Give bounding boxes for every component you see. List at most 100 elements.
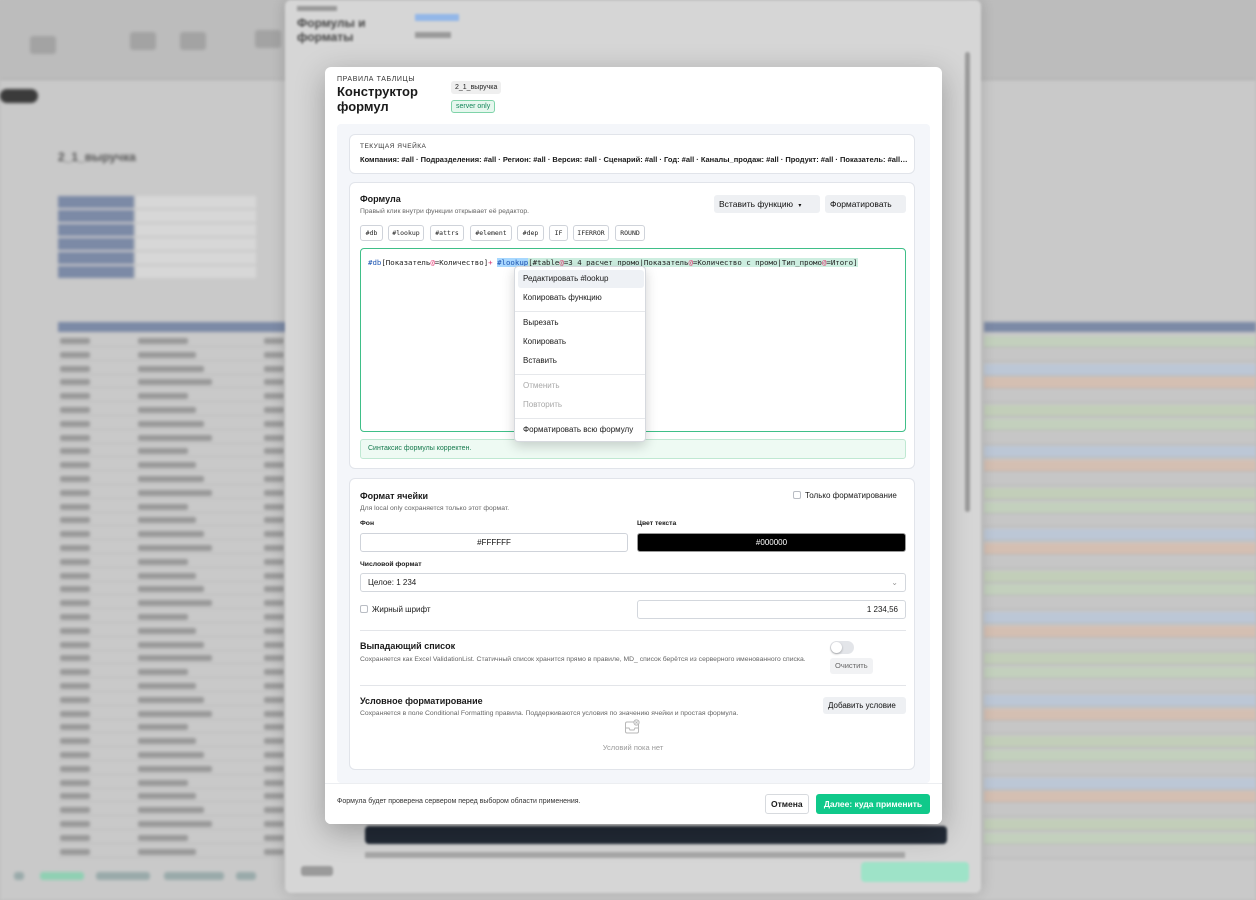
bg-grid-row [58, 488, 288, 499]
bg-grid-row [984, 653, 1256, 666]
bg-grid-row [984, 846, 1256, 859]
chip-if[interactable]: IF [549, 225, 568, 241]
clear-button[interactable]: Очистить [830, 658, 873, 674]
token-text: =Количество] [434, 258, 489, 267]
bg-grid-row [58, 350, 288, 361]
bg-grid-row [984, 515, 1256, 528]
bg-grid-row [984, 736, 1256, 749]
menu-separator [515, 311, 645, 312]
chip-lookup[interactable]: #lookup [388, 225, 424, 241]
token-plus: + [488, 258, 498, 267]
outer-panel-title: Формулы и форматы [297, 16, 366, 44]
chip-element[interactable]: #element [470, 225, 512, 241]
menu-redo[interactable]: Повторить [518, 396, 644, 414]
bg-sheet-title: 2_1_выручка [58, 150, 136, 164]
server-only-badge: server only [451, 100, 496, 113]
bg-grid-row [984, 805, 1256, 818]
bg-grid-row [58, 640, 288, 651]
current-cell-card: ТЕКУЩАЯ ЯЧЕЙКА Компания: #all · Подразде… [349, 134, 915, 174]
next-apply-button[interactable]: Далее: куда применить [816, 794, 930, 814]
menu-undo[interactable]: Отменить [518, 377, 644, 395]
cell-format-card: Формат ячейки Для local only сохраняется… [349, 478, 915, 770]
format-button[interactable]: Форматировать [825, 195, 906, 213]
formula-builder-modal: ПРАВИЛА ТАБЛИЦЫ Конструктор формул 2_1_в… [325, 67, 942, 824]
bg-grid-row [984, 460, 1256, 473]
bg-grid-row [984, 363, 1256, 376]
bg-grid-row [58, 805, 288, 817]
bg-grid-row [58, 529, 288, 541]
formula-hint: Правый клик внутри функции открывает её … [360, 208, 530, 215]
modal-body[interactable]: ТЕКУЩАЯ ЯЧЕЙКА Компания: #all · Подразде… [337, 124, 930, 783]
bg-grid-row [984, 446, 1256, 459]
chip-db[interactable]: #db [360, 225, 383, 241]
bg-grid-row [984, 432, 1256, 445]
context-menu: Редактировать #lookup Копировать функцию… [514, 266, 646, 442]
bg-grid-row [984, 819, 1256, 831]
dropdown-toggle[interactable] [830, 641, 854, 654]
bg-grid-row [984, 667, 1256, 680]
conditional-format-note: Сохраняется в поле Conditional Formattin… [360, 710, 739, 717]
bg-grid-row [58, 336, 288, 347]
bg-grid-row [984, 750, 1256, 762]
bg-grid-row [984, 694, 1256, 707]
add-condition-button[interactable]: Добавить условие [823, 697, 906, 714]
bg-grid-row [984, 391, 1256, 404]
bg-grid-row [984, 349, 1256, 362]
footer-note: Формула будет проверена сервером перед в… [337, 798, 581, 805]
modal-title: Конструктор формул [337, 84, 418, 114]
bg-grid-row [58, 722, 288, 734]
bg-grid-row [58, 433, 288, 444]
bg-grid-row [984, 584, 1256, 597]
bold-checkbox[interactable]: Жирный шрифт [360, 605, 431, 614]
menu-format-all[interactable]: Форматировать всю формулу [518, 421, 644, 439]
bg-grid-row [984, 556, 1256, 569]
cancel-button[interactable]: Отмена [765, 794, 809, 814]
bg-color-input[interactable]: #FFFFFF [360, 533, 628, 552]
bg-grid-row [58, 778, 288, 789]
bg-grid-row [58, 764, 288, 775]
bg-grid-row [984, 625, 1256, 638]
only-formatting-checkbox[interactable]: Только форматирование [793, 491, 897, 500]
cell-format-note: Для local only сохраняется только этот ф… [360, 505, 510, 512]
chip-iferror[interactable]: IFERROR [573, 225, 609, 241]
chip-attrs[interactable]: #attrs [430, 225, 464, 241]
chevron-down-icon: ⌄ [891, 578, 898, 587]
bg-grid-row [58, 502, 288, 513]
menu-copy[interactable]: Копировать [518, 333, 644, 351]
empty-conditions-text: Условий пока нет [602, 743, 664, 752]
insert-function-button[interactable]: Вставить функцию ▾ [714, 195, 820, 213]
bg-grid-row [984, 598, 1256, 611]
bg-grid-row [984, 543, 1256, 555]
menu-copy-function[interactable]: Копировать функцию [518, 289, 644, 307]
bg-grid-row [58, 667, 288, 679]
bg-grid-row [58, 543, 288, 554]
bg-grid-row [58, 791, 288, 803]
token-text: =Количество с промо|Тип_промо [692, 258, 822, 267]
bg-pill [0, 89, 38, 103]
bg-grid-row [984, 763, 1256, 776]
chip-dep[interactable]: #dep [517, 225, 544, 241]
bg-grid-row [58, 750, 288, 761]
menu-paste[interactable]: Вставить [518, 352, 644, 370]
bg-grid-row [58, 612, 288, 623]
bg-grid-row [984, 570, 1256, 583]
bg-grid-row [984, 377, 1256, 390]
number-format-label: Числовой формат [360, 561, 422, 568]
bg-color-label: Фон [360, 520, 375, 527]
bg-grid-row [58, 598, 288, 610]
bg-grid-row [58, 377, 288, 389]
menu-cut[interactable]: Вырезать [518, 314, 644, 332]
bg-grid-row [984, 501, 1256, 514]
token-text: [Показатель [381, 258, 431, 267]
bg-grid-row [58, 695, 288, 706]
bg-grid-row [984, 336, 1256, 348]
menu-edit-lookup[interactable]: Редактировать #lookup [518, 270, 644, 288]
menu-separator [515, 418, 645, 419]
text-color-input[interactable]: #000000 [637, 533, 906, 552]
chip-round[interactable]: ROUND [615, 225, 645, 241]
number-format-select[interactable]: Целое: 1 234 ⌄ [360, 573, 906, 592]
bg-grid-row [984, 722, 1256, 735]
checkbox-icon [793, 491, 801, 499]
caret-down-icon: ▾ [798, 203, 802, 209]
bg-grid-row [58, 364, 288, 375]
